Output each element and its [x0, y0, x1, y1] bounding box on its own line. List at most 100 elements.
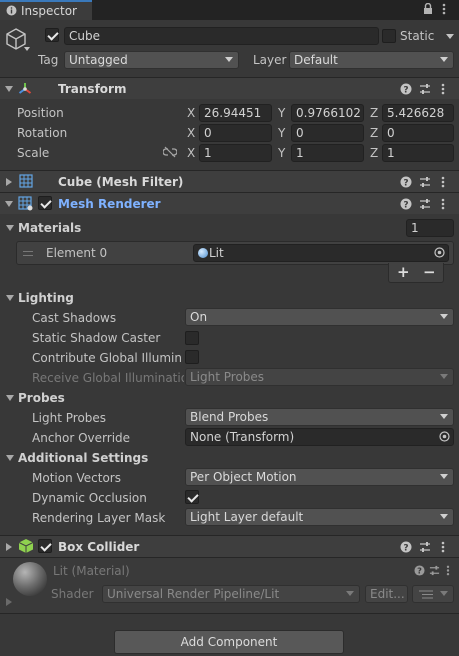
help-icon[interactable]: ? [400, 198, 412, 210]
object-name-field[interactable]: Cube [64, 27, 379, 45]
cast-shadows-dropdown[interactable]: On [185, 308, 454, 326]
receive-gi-value: Light Probes [190, 370, 265, 384]
static-shadow-caster-label: Static Shadow Caster [32, 331, 161, 345]
static-shadow-caster-checkbox[interactable] [185, 331, 199, 345]
mesh-grid-icon [19, 174, 33, 188]
anchor-override-field[interactable]: None (Transform) [185, 428, 454, 446]
shader-options-dropdown[interactable] [412, 585, 454, 603]
link-icon[interactable] [163, 146, 177, 158]
motion-vectors-dropdown[interactable]: Per Object Motion [185, 468, 454, 486]
object-picker-icon[interactable] [439, 431, 450, 442]
mesh-renderer-enabled-checkbox[interactable] [38, 196, 52, 210]
element0-material-field[interactable]: Lit [193, 244, 449, 262]
light-probes-dropdown[interactable]: Blend Probes [185, 408, 454, 426]
tab-title: Inspector [21, 4, 77, 18]
cast-shadows-label: Cast Shadows [32, 311, 117, 325]
scale-x-label[interactable]: X [187, 146, 195, 160]
rotation-y-label[interactable]: Y [278, 126, 285, 140]
additional-settings-label[interactable]: Additional Settings [18, 451, 148, 465]
rotation-z-field[interactable]: 0 [382, 124, 454, 142]
light-probes-value: Blend Probes [190, 410, 269, 424]
drag-handle-icon[interactable] [23, 251, 33, 256]
presets-icon[interactable] [419, 541, 431, 553]
material-preview-sphere [13, 562, 47, 596]
mesh-renderer-header[interactable]: Mesh Renderer ? [0, 192, 459, 214]
presets-icon[interactable] [419, 198, 431, 210]
tag-value: Untagged [69, 53, 128, 67]
remove-element-button[interactable]: − [423, 265, 436, 280]
rotation-y-field[interactable]: 0 [291, 124, 364, 142]
foldout-collapsed-icon[interactable] [6, 543, 12, 551]
static-caret[interactable] [446, 34, 454, 39]
shader-dropdown[interactable]: Universal Render Pipeline/Lit [102, 585, 360, 603]
dynamic-occlusion-checkbox[interactable] [185, 490, 199, 504]
material-foldout-icon[interactable] [6, 598, 12, 606]
icon-dropdown-caret[interactable] [24, 47, 30, 51]
box-collider-header[interactable]: Box Collider ? [0, 535, 459, 557]
presets-icon[interactable] [429, 565, 440, 576]
foldout-collapsed-icon[interactable] [6, 178, 12, 186]
static-checkbox[interactable] [382, 29, 396, 43]
lighting-label[interactable]: Lighting [18, 291, 74, 305]
static-label: Static [400, 29, 435, 43]
probes-label[interactable]: Probes [18, 391, 65, 405]
foldout-expanded-icon[interactable] [5, 201, 13, 207]
position-y-label[interactable]: Y [278, 106, 285, 120]
svg-text:?: ? [403, 201, 408, 211]
help-icon[interactable]: ? [400, 541, 412, 553]
more-menu-icon[interactable] [442, 3, 446, 15]
shader-edit-button[interactable]: Edit... [365, 585, 408, 603]
materials-foldout-icon[interactable] [6, 225, 14, 231]
position-z-field[interactable]: 5.426628 [382, 104, 454, 122]
materials-label[interactable]: Materials [18, 221, 81, 235]
help-icon[interactable]: ? [414, 565, 425, 576]
mesh-renderer-title: Mesh Renderer [58, 197, 161, 211]
layer-dropdown[interactable]: Default [289, 51, 454, 69]
rotation-x-label[interactable]: X [187, 126, 195, 140]
active-checkbox[interactable] [45, 28, 59, 42]
foldout-expanded-icon[interactable] [5, 86, 13, 92]
more-menu-icon[interactable] [446, 565, 450, 576]
chevron-down-icon [440, 314, 448, 319]
help-icon[interactable]: ? [400, 176, 412, 188]
lock-icon[interactable] [423, 3, 433, 15]
position-y-field[interactable]: 0.9766102 [291, 104, 364, 122]
tab-inspector[interactable]: Inspector [0, 0, 92, 20]
scale-z-field[interactable]: 1 [382, 144, 454, 162]
material-sphere-icon [198, 248, 208, 258]
box-collider-enabled-checkbox[interactable] [38, 539, 52, 553]
rotation-z-label[interactable]: Z [370, 126, 378, 140]
probes-foldout-icon[interactable] [6, 395, 14, 401]
scale-x-field[interactable]: 1 [199, 144, 272, 162]
more-menu-icon[interactable] [441, 198, 445, 210]
object-picker-icon[interactable] [434, 247, 445, 258]
position-x-label[interactable]: X [187, 106, 195, 120]
additional-foldout-icon[interactable] [6, 455, 14, 461]
add-component-button[interactable]: Add Component [114, 630, 344, 654]
info-icon [6, 5, 17, 16]
material-title: Lit (Material) [53, 564, 130, 578]
lighting-foldout-icon[interactable] [6, 295, 14, 301]
position-z-label[interactable]: Z [370, 106, 378, 120]
tag-dropdown[interactable]: Untagged [64, 51, 239, 69]
scale-z-label[interactable]: Z [370, 146, 378, 160]
add-element-button[interactable]: + [397, 265, 410, 280]
rotation-x-field[interactable]: 0 [199, 124, 272, 142]
more-menu-icon[interactable] [441, 83, 445, 95]
rendering-layer-mask-label: Rendering Layer Mask [32, 511, 166, 525]
position-x-field[interactable]: 26.94451 [199, 104, 272, 122]
more-menu-icon[interactable] [441, 176, 445, 188]
presets-icon[interactable] [419, 83, 431, 95]
more-menu-icon[interactable] [441, 541, 445, 553]
scale-y-label[interactable]: Y [278, 146, 285, 160]
presets-icon[interactable] [419, 176, 431, 188]
transform-header[interactable]: Transform ? [0, 77, 459, 99]
scale-y-field[interactable]: 1 [291, 144, 364, 162]
mesh-filter-header[interactable]: Cube (Mesh Filter) ? [0, 170, 459, 192]
motion-vectors-value: Per Object Motion [190, 470, 297, 484]
receive-gi-dropdown: Light Probes [185, 368, 454, 386]
contribute-gi-checkbox[interactable] [185, 350, 199, 364]
help-icon[interactable]: ? [400, 83, 412, 95]
rendering-layer-mask-dropdown[interactable]: Light Layer default [185, 508, 454, 526]
materials-count-field[interactable]: 1 [406, 219, 454, 237]
